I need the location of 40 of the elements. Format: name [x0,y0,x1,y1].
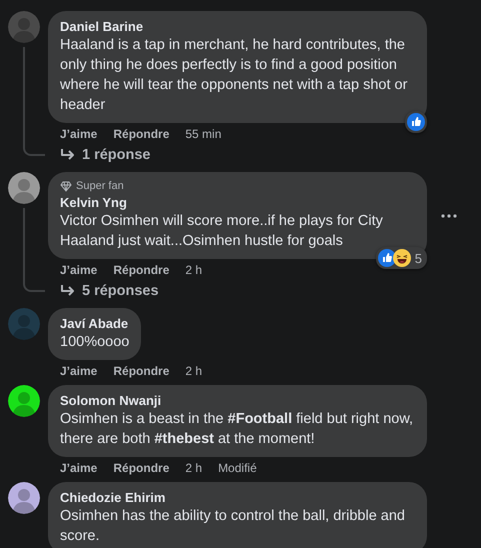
author-name[interactable]: Javí Abade [60,316,130,332]
diamond-icon [60,180,72,192]
timestamp[interactable]: 55 min [185,126,222,142]
reply-link[interactable]: Répondre [113,126,170,142]
view-replies-link[interactable]: 5 réponses [48,280,171,304]
comment-text: Osimhen is a beast in the #Football field but right now, there are both #thebest at the moment! [60,410,414,449]
fan-badge-label: Super fan [76,180,124,192]
comment-text: Osimhen has the ability to control the ball, dribble and score. [60,507,406,546]
author-name[interactable]: Kelvin Yng [60,195,415,211]
author-name[interactable]: Chiedozie Ehirim [60,490,415,506]
reply-link[interactable]: Répondre [113,262,170,278]
like-link[interactable]: J’aime [60,262,98,278]
author-name[interactable]: Solomon Nwanji [60,393,415,409]
edited-label: Modifié [218,460,257,476]
like-icon [378,249,396,267]
avatar[interactable] [8,482,40,514]
like-link[interactable]: J’aime [60,126,98,142]
reactions-summary[interactable]: 5 [376,247,427,269]
reply-arrow-icon [60,284,76,298]
thread-connector [23,280,45,292]
ellipsis-icon [441,214,457,218]
reactions-summary[interactable] [405,111,427,133]
timestamp[interactable]: 2 h [185,460,202,476]
laughing-emoji-icon [392,249,411,267]
like-link[interactable]: J’aime [60,460,98,476]
reply-arrow-icon [60,148,76,162]
view-replies-link[interactable]: 1 réponse [48,144,162,168]
avatar[interactable] [8,385,40,417]
like-icon [407,113,425,131]
reply-link[interactable]: Répondre [113,363,170,379]
author-name[interactable]: Daniel Barine [60,19,415,35]
comment-text: Haaland is a tap in merchant, he hard contributes, the only thing he does perfectly is to find a good position where he will tear the opponents net with a tap shot or header [60,36,408,115]
avatar[interactable] [8,172,40,204]
like-link[interactable]: J’aime [60,363,98,379]
thread-connector [23,144,45,156]
timestamp[interactable]: 2 h [185,363,202,379]
timestamp[interactable]: 2 h [185,262,202,278]
reply-link[interactable]: Répondre [113,460,170,476]
comment-text: 100%oooo [60,333,130,352]
thread-line [23,208,25,280]
